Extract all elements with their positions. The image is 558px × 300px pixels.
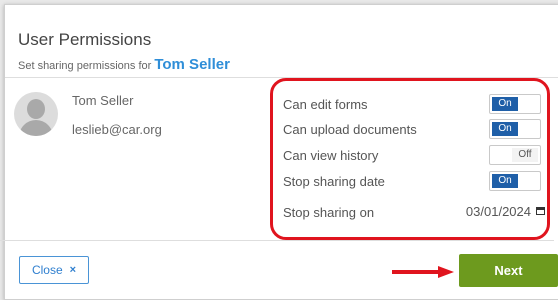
close-button[interactable]: Close × bbox=[19, 256, 89, 284]
avatar bbox=[14, 92, 58, 136]
toggle-state: On bbox=[492, 97, 518, 111]
annotation-arrow-icon bbox=[392, 266, 454, 278]
dialog-subtitle: Set sharing permissions for Tom Seller bbox=[18, 56, 230, 73]
permission-row-view-history: Can view history Off bbox=[283, 145, 545, 167]
upload-documents-toggle[interactable]: On bbox=[489, 119, 541, 139]
permission-label: Can view history bbox=[283, 148, 379, 163]
dialog-header: User Permissions Set sharing permissions… bbox=[5, 5, 558, 78]
edit-forms-toggle[interactable]: On bbox=[489, 94, 541, 114]
toggle-state: Off bbox=[512, 148, 538, 162]
dialog-title: User Permissions bbox=[18, 30, 152, 49]
stop-sharing-date-toggle[interactable]: On bbox=[489, 171, 541, 191]
permission-row-stop-sharing-date: Stop sharing date On bbox=[283, 171, 545, 193]
view-history-toggle[interactable]: Off bbox=[489, 145, 541, 165]
permission-row-edit-forms: Can edit forms On bbox=[283, 94, 545, 116]
subtitle-prefix: Set sharing permissions for bbox=[18, 60, 152, 72]
permission-label: Can edit forms bbox=[283, 97, 368, 112]
avatar-body-shape bbox=[19, 120, 53, 136]
permission-row-upload-documents: Can upload documents On bbox=[283, 119, 545, 141]
date-value: 03/01/2024 bbox=[465, 204, 531, 219]
close-icon: × bbox=[69, 264, 77, 276]
calendar-icon[interactable] bbox=[536, 207, 545, 215]
user-email: leslieb@car.org bbox=[72, 122, 162, 137]
user-name: Tom Seller bbox=[72, 93, 134, 108]
permission-label: Can upload documents bbox=[283, 122, 417, 137]
next-button[interactable]: Next bbox=[459, 254, 558, 287]
permission-label: Stop sharing date bbox=[283, 174, 385, 189]
next-button-label: Next bbox=[494, 263, 523, 278]
close-button-label: Close bbox=[31, 263, 63, 277]
stop-sharing-on-row: Stop sharing on 03/01/2024 bbox=[283, 202, 545, 224]
stop-sharing-date-input[interactable]: 03/01/2024 bbox=[445, 202, 545, 224]
toggle-state: On bbox=[492, 122, 518, 136]
avatar-head-shape bbox=[27, 99, 45, 119]
stop-sharing-on-label: Stop sharing on bbox=[283, 205, 375, 220]
toggle-state: On bbox=[492, 174, 518, 188]
subtitle-user-name: Tom Seller bbox=[154, 56, 230, 73]
